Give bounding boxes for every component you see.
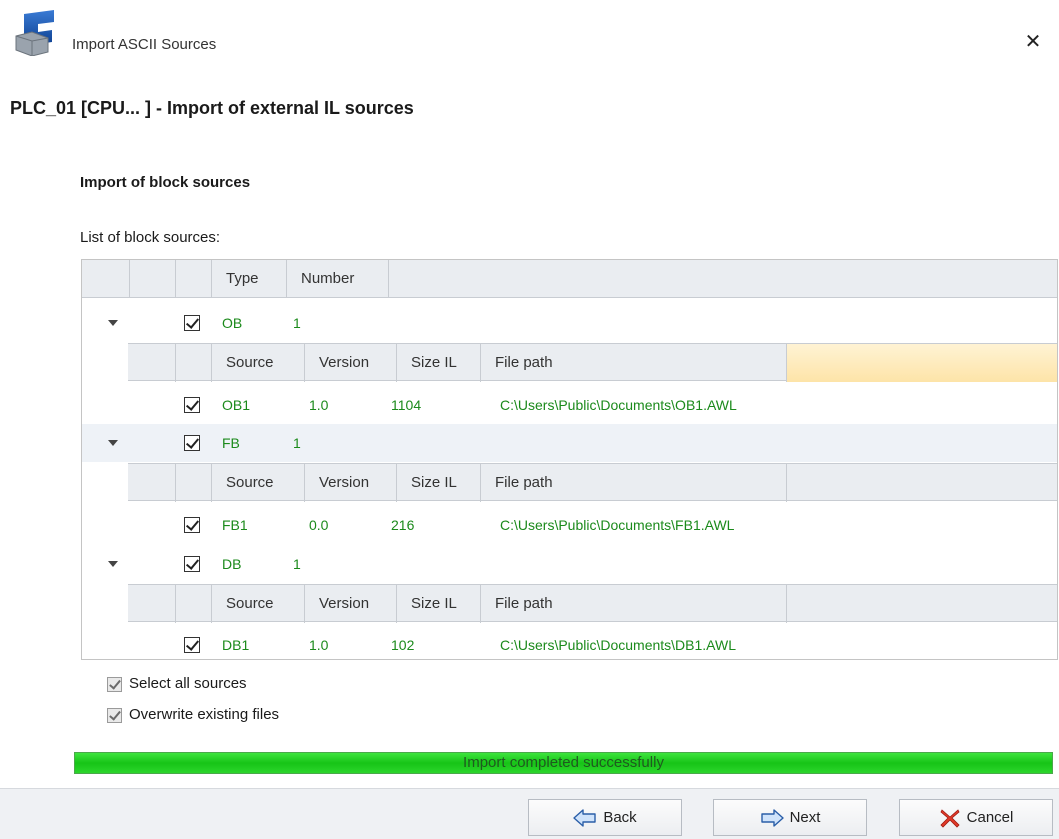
overwrite-label[interactable]: Overwrite existing files bbox=[129, 706, 279, 723]
source-checkbox-fb1[interactable] bbox=[184, 517, 200, 533]
source-name: FB1 bbox=[222, 517, 248, 533]
section-title: Import of block sources bbox=[80, 174, 251, 191]
button-bar: Back Next Cancel bbox=[0, 788, 1059, 839]
title-bar: Import ASCII Sources ✕ bbox=[0, 0, 1059, 84]
header-number[interactable]: Number bbox=[287, 260, 389, 298]
group-checkbox-db[interactable] bbox=[184, 556, 200, 572]
sub-header-check-col bbox=[176, 585, 212, 623]
expand-arrow-icon[interactable] bbox=[108, 440, 118, 446]
import-progress-bar: Import completed successfully bbox=[74, 752, 1053, 774]
progress-text: Import completed successfully bbox=[463, 754, 664, 771]
back-label: Back bbox=[603, 809, 637, 826]
header-blank-col bbox=[130, 260, 176, 298]
source-size: 1104 bbox=[391, 397, 422, 413]
sub-header-version[interactable]: Version bbox=[305, 464, 397, 502]
group-number: 1 bbox=[293, 556, 301, 572]
app-icon bbox=[15, 10, 54, 56]
sub-header-source[interactable]: Source bbox=[212, 464, 305, 502]
sub-header-path[interactable]: File path bbox=[481, 464, 787, 502]
group-number: 1 bbox=[293, 435, 301, 451]
back-arrow-icon bbox=[573, 808, 597, 827]
sub-header-check-col bbox=[176, 344, 212, 382]
expand-arrow-icon[interactable] bbox=[108, 561, 118, 567]
select-all-checkbox[interactable] bbox=[107, 677, 122, 692]
page-title: PLC_01 [CPU... ] - Import of external IL… bbox=[10, 98, 414, 118]
block-sources-table[interactable]: Type Number OB 1 Source Version Size IL … bbox=[81, 259, 1058, 660]
source-path: C:\Users\Public\Documents\OB1.AWL bbox=[500, 397, 737, 413]
header-type[interactable]: Type bbox=[212, 260, 287, 298]
sub-header-size[interactable]: Size IL bbox=[397, 344, 481, 382]
next-label: Next bbox=[789, 809, 821, 826]
source-row-fb1[interactable]: FB1 0.0 216 C:\Users\Public\Documents\FB… bbox=[82, 506, 1057, 544]
group-checkbox-ob[interactable] bbox=[184, 315, 200, 331]
header-expander-col bbox=[82, 260, 130, 298]
sub-header-size[interactable]: Size IL bbox=[397, 464, 481, 502]
sub-header-blank bbox=[128, 344, 176, 382]
next-button[interactable]: Next bbox=[713, 799, 867, 836]
cancel-label: Cancel bbox=[966, 809, 1014, 826]
sub-header-size[interactable]: Size IL bbox=[397, 585, 481, 623]
source-name: OB1 bbox=[222, 397, 251, 413]
group-row-ob[interactable]: OB 1 bbox=[82, 304, 1057, 342]
source-version: 0.0 bbox=[309, 517, 329, 533]
source-row-ob1[interactable]: OB1 1.0 1104 C:\Users\Public\Documents\O… bbox=[82, 386, 1057, 424]
group-type: OB bbox=[222, 315, 243, 331]
source-version: 1.0 bbox=[309, 397, 329, 413]
sub-header-version[interactable]: Version bbox=[305, 344, 397, 382]
sub-header-path[interactable]: File path bbox=[481, 344, 787, 382]
expand-arrow-icon[interactable] bbox=[108, 320, 118, 326]
source-path: C:\Users\Public\Documents\DB1.AWL bbox=[500, 637, 736, 653]
sub-header-version[interactable]: Version bbox=[305, 585, 397, 623]
group-type: FB bbox=[222, 435, 240, 451]
list-label: List of block sources: bbox=[80, 229, 221, 246]
overwrite-checkbox[interactable] bbox=[107, 708, 122, 723]
close-button[interactable]: ✕ bbox=[1021, 30, 1045, 54]
cancel-button[interactable]: Cancel bbox=[899, 799, 1053, 836]
source-version: 1.0 bbox=[309, 637, 329, 653]
source-name: DB1 bbox=[222, 637, 250, 653]
sub-header-path[interactable]: File path bbox=[481, 585, 787, 623]
group-number: 1 bbox=[293, 315, 301, 331]
sub-header-blank bbox=[128, 464, 176, 502]
source-size: 102 bbox=[391, 637, 415, 653]
window-title: Import ASCII Sources bbox=[72, 36, 217, 53]
group-row-db[interactable]: DB 1 bbox=[82, 545, 1057, 583]
sub-header-source[interactable]: Source bbox=[212, 585, 305, 623]
sub-header-ob: Source Version Size IL File path bbox=[128, 343, 1057, 382]
group-row-fb[interactable]: FB 1 bbox=[82, 424, 1057, 462]
source-size: 216 bbox=[391, 517, 415, 533]
group-type: DB bbox=[222, 556, 242, 572]
sub-header-db: Source Version Size IL File path bbox=[128, 584, 1057, 623]
red-x-icon bbox=[940, 808, 960, 828]
sub-header-blank bbox=[128, 585, 176, 623]
source-row-db1[interactable]: DB1 1.0 102 C:\Users\Public\Documents\DB… bbox=[82, 626, 1057, 659]
group-checkbox-fb[interactable] bbox=[184, 435, 200, 451]
back-button[interactable]: Back bbox=[528, 799, 682, 836]
sub-header-highlight bbox=[787, 344, 1057, 382]
sub-header-fb: Source Version Size IL File path bbox=[128, 463, 1057, 502]
source-checkbox-ob1[interactable] bbox=[184, 397, 200, 413]
sub-header-check-col bbox=[176, 464, 212, 502]
source-path: C:\Users\Public\Documents\FB1.AWL bbox=[500, 517, 735, 533]
next-arrow-icon bbox=[760, 808, 784, 827]
table-header: Type Number bbox=[82, 260, 1057, 298]
header-check-col bbox=[176, 260, 212, 298]
select-all-label[interactable]: Select all sources bbox=[129, 675, 247, 692]
sub-header-source[interactable]: Source bbox=[212, 344, 305, 382]
source-checkbox-db1[interactable] bbox=[184, 637, 200, 653]
